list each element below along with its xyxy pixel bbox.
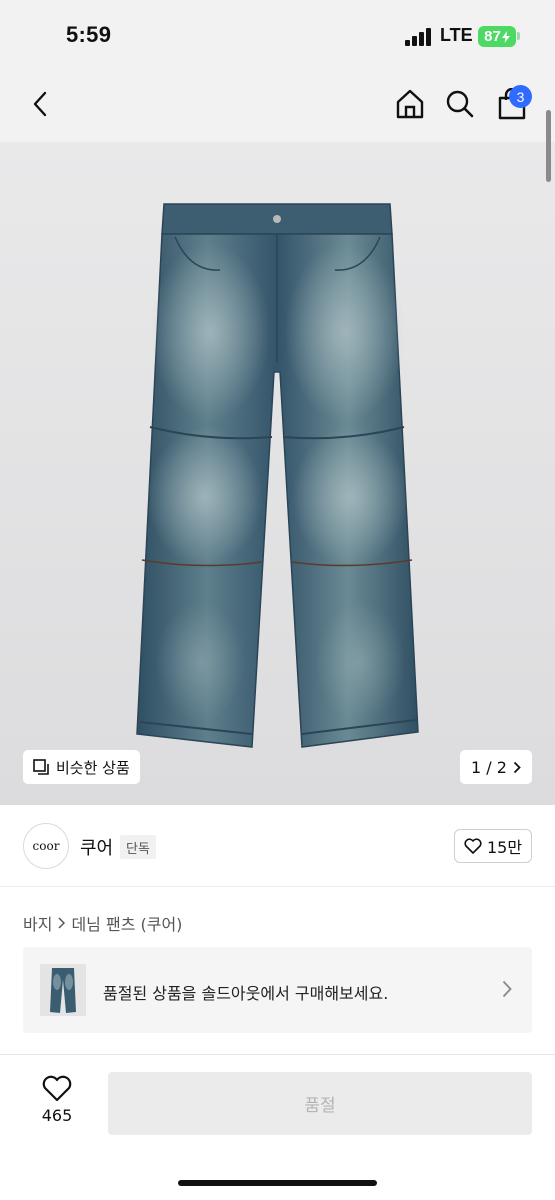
battery-level: 87 [484,28,501,45]
similar-products-label: 비슷한 상품 [56,758,130,777]
exclusive-badge: 단독 [120,835,156,859]
image-pager-label: 1 / 2 [471,757,507,777]
soldout-banner[interactable]: 품절된 상품을 솔드아웃에서 구매해보세요. [23,947,532,1033]
wish-count: 465 [41,1106,73,1125]
brand-name[interactable]: 쿠어 [80,834,113,860]
signal-icon [405,28,433,46]
brand-logo[interactable]: coor [23,823,69,869]
banner-thumbnail [40,964,86,1016]
brand-like-count: 15만 [486,838,523,857]
heart-icon [464,838,482,854]
similar-products-button[interactable]: 비슷한 상품 [23,750,140,784]
battery-nub [517,32,520,40]
heart-icon [42,1075,72,1102]
search-button[interactable] [440,84,480,124]
back-button[interactable] [20,84,60,124]
battery-icon: 87 [478,26,516,47]
chevron-right-icon [513,761,521,773]
home-button[interactable] [390,84,430,124]
soldout-button[interactable]: 품절 [108,1072,532,1135]
status-time: 5:59 [66,22,112,47]
copy-icon [33,758,49,775]
chevron-right-icon [502,980,512,998]
chevron-left-icon [33,91,47,117]
network-label: LTE [440,25,473,45]
chevron-right-icon [58,917,66,929]
cart-count-badge: 3 [509,85,532,108]
brand-like-button[interactable]: 15만 [454,829,532,863]
home-icon [396,89,424,119]
soldout-banner-text: 품절된 상품을 솔드아웃에서 구매해보세요. [103,984,389,1003]
search-icon [446,90,474,118]
bottom-action-bar: 465 품절 [0,1054,555,1200]
wish-button[interactable]: 465 [30,1075,84,1125]
home-indicator [178,1180,377,1186]
breadcrumb: 바지 데님 팬츠 (쿠어) [23,911,182,935]
breadcrumb-category[interactable]: 바지 [23,911,52,935]
scrollbar[interactable] [546,110,551,182]
status-bar: 5:59 LTE 87 [0,0,555,70]
breadcrumb-product[interactable]: 데님 팬츠 (쿠어) [71,911,182,935]
nav-bar [0,70,555,142]
product-image[interactable]: 비슷한 상품 1 / 2 [0,142,555,805]
brand-row: coor 쿠어 단독 15만 [0,805,555,887]
denim-pants-image [136,203,419,748]
image-pager[interactable]: 1 / 2 [460,750,532,784]
